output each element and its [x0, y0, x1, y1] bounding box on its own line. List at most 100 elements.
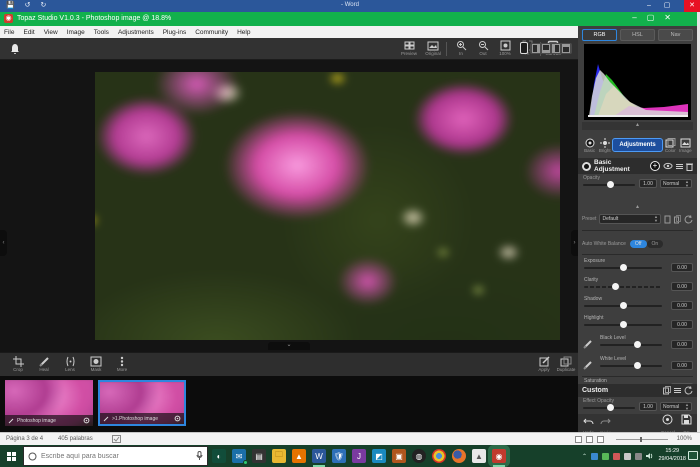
- topaz-minimize-button[interactable]: –: [632, 13, 636, 22]
- awb-on-option[interactable]: On: [647, 240, 664, 248]
- notifications-bell-icon[interactable]: [10, 42, 20, 60]
- topaz-maximize-button[interactable]: ▢: [647, 13, 655, 22]
- tray-app-icon[interactable]: [613, 453, 620, 460]
- custom-blend-mode-dropdown[interactable]: Normal▲▼: [660, 402, 692, 411]
- more-tools-button[interactable]: More: [112, 355, 132, 372]
- menu-tools[interactable]: Tools: [94, 29, 109, 36]
- tray-app-icon[interactable]: [602, 453, 609, 460]
- task-view-icon[interactable]: ◐: [212, 449, 226, 463]
- purple-app-icon[interactable]: J: [352, 449, 366, 463]
- split-bottom-view-icon[interactable]: [542, 44, 550, 53]
- print-layout-icon[interactable]: [586, 436, 593, 443]
- search-input[interactable]: [41, 453, 192, 460]
- lens-tool-button[interactable]: Lens: [60, 355, 80, 372]
- highlight-value[interactable]: 0.00: [671, 320, 693, 329]
- duplicate-button[interactable]: Duplicate: [556, 355, 576, 372]
- split-left-view-icon[interactable]: [532, 44, 540, 53]
- adjustment-collapse-arrow[interactable]: ▴: [578, 204, 697, 211]
- zoom-100-button[interactable]: 100%: [494, 40, 516, 56]
- histogram-collapse-arrow[interactable]: ▴: [582, 122, 693, 130]
- add-adjustment-icon[interactable]: +: [650, 161, 660, 171]
- copy-effect-icon[interactable]: [663, 386, 671, 395]
- word-zoom-percent[interactable]: 100%: [677, 436, 692, 442]
- menu-adjustments[interactable]: Adjustments: [118, 29, 154, 36]
- word-zoom-slider[interactable]: [616, 439, 668, 440]
- photo-app-icon[interactable]: ◩: [372, 449, 386, 463]
- custom-menu-icon[interactable]: [674, 388, 681, 393]
- blend-mode-dropdown[interactable]: Normal▲▼: [660, 179, 692, 188]
- web-layout-icon[interactable]: [597, 436, 604, 443]
- read-mode-icon[interactable]: [575, 436, 582, 443]
- menu-community[interactable]: Community: [195, 29, 228, 36]
- clarity-value[interactable]: 0.00: [671, 282, 693, 291]
- effect-opacity-value[interactable]: 1.00: [639, 402, 657, 411]
- microphone-icon[interactable]: [196, 451, 203, 461]
- tray-app-icon[interactable]: [635, 453, 642, 460]
- thumbnail-edited-selected[interactable]: >1.Photoshop image: [98, 380, 186, 426]
- word-close-button[interactable]: ✕: [684, 0, 700, 12]
- menu-edit[interactable]: Edit: [23, 29, 34, 36]
- menu-plugins[interactable]: Plug-ins: [163, 29, 186, 36]
- basic-adjustment-header[interactable]: Basic Adjustment +: [578, 158, 697, 174]
- save-preset-icon[interactable]: [664, 215, 671, 224]
- shadow-slider[interactable]: [584, 305, 662, 307]
- exposure-value[interactable]: 0.00: [671, 263, 693, 272]
- tab-nav[interactable]: Nav: [658, 29, 693, 41]
- file-explorer-icon[interactable]: 🗀: [272, 449, 286, 463]
- white-level-value[interactable]: 0.00: [671, 361, 693, 370]
- reset-preset-icon[interactable]: [684, 215, 693, 224]
- visibility-eye-icon[interactable]: [663, 162, 673, 170]
- clarity-slider[interactable]: [584, 286, 662, 288]
- thumbnail-original[interactable]: Photoshop image: [5, 380, 93, 426]
- awb-off-option[interactable]: Off: [630, 240, 647, 248]
- tray-expand-icon[interactable]: ⌃: [582, 453, 587, 460]
- topaz-close-button[interactable]: ✕: [664, 13, 671, 22]
- exposure-slider[interactable]: [584, 267, 662, 269]
- single-view-icon[interactable]: [520, 42, 528, 54]
- tray-app-icon[interactable]: [624, 453, 631, 460]
- preview-button[interactable]: Preview: [398, 40, 420, 56]
- volume-icon[interactable]: [646, 452, 654, 460]
- bright-quick-button[interactable]: Bright: [597, 137, 612, 153]
- word-word-count[interactable]: 405 palabras: [58, 436, 93, 442]
- left-panel-collapse-tab[interactable]: ‹: [0, 230, 7, 256]
- orange-app-icon[interactable]: ▣: [392, 449, 406, 463]
- zoom-out-button[interactable]: Out: [472, 40, 494, 56]
- taskbar-clock[interactable]: 15:29 29/04/2018: [658, 447, 686, 463]
- image-preview[interactable]: [95, 72, 560, 340]
- black-level-slider[interactable]: [600, 344, 662, 346]
- original-button[interactable]: Original: [422, 40, 444, 56]
- chrome-icon[interactable]: [432, 449, 446, 463]
- apply-button[interactable]: Apply: [534, 355, 554, 372]
- tab-rgb[interactable]: RGB: [582, 29, 617, 41]
- menu-image[interactable]: Image: [67, 29, 85, 36]
- opacity-value[interactable]: 1.00: [639, 179, 657, 188]
- topaz-taskbar-icon[interactable]: ◉: [492, 449, 506, 463]
- basic-quick-button[interactable]: Basic: [582, 137, 597, 153]
- word-maximize-button[interactable]: ▢: [660, 0, 674, 12]
- defender-icon[interactable]: 🛡: [332, 449, 346, 463]
- split-top-view-icon[interactable]: [562, 44, 570, 53]
- white-level-eyedropper-icon[interactable]: [583, 360, 593, 370]
- split-right-view-icon[interactable]: [552, 44, 560, 53]
- menu-help[interactable]: Help: [237, 29, 250, 36]
- start-button[interactable]: [0, 445, 22, 467]
- taskbar-search[interactable]: [23, 446, 208, 466]
- crop-tool-button[interactable]: Crop: [8, 355, 28, 372]
- delete-trash-icon[interactable]: [686, 162, 693, 171]
- mail-app-icon[interactable]: ✉: [232, 449, 246, 463]
- opacity-slider[interactable]: [583, 184, 635, 186]
- notes-app-icon[interactable]: ▤: [252, 449, 266, 463]
- gear-icon[interactable]: [83, 417, 90, 424]
- word-page-indicator[interactable]: Página 3 de 4: [6, 436, 43, 442]
- tray-app-icon[interactable]: [591, 453, 598, 460]
- menu-view[interactable]: View: [44, 29, 58, 36]
- copy-preset-icon[interactable]: [674, 215, 681, 224]
- adjustments-button[interactable]: Adjustments: [612, 138, 662, 152]
- gear-icon[interactable]: [174, 415, 181, 422]
- mask-tool-button[interactable]: Mask: [86, 355, 106, 372]
- canvas-collapse-arrow[interactable]: ⌄: [268, 342, 310, 350]
- right-panel-collapse-tab[interactable]: ›: [571, 230, 578, 256]
- effect-opacity-slider[interactable]: [583, 407, 635, 409]
- black-level-value[interactable]: 0.00: [671, 340, 693, 349]
